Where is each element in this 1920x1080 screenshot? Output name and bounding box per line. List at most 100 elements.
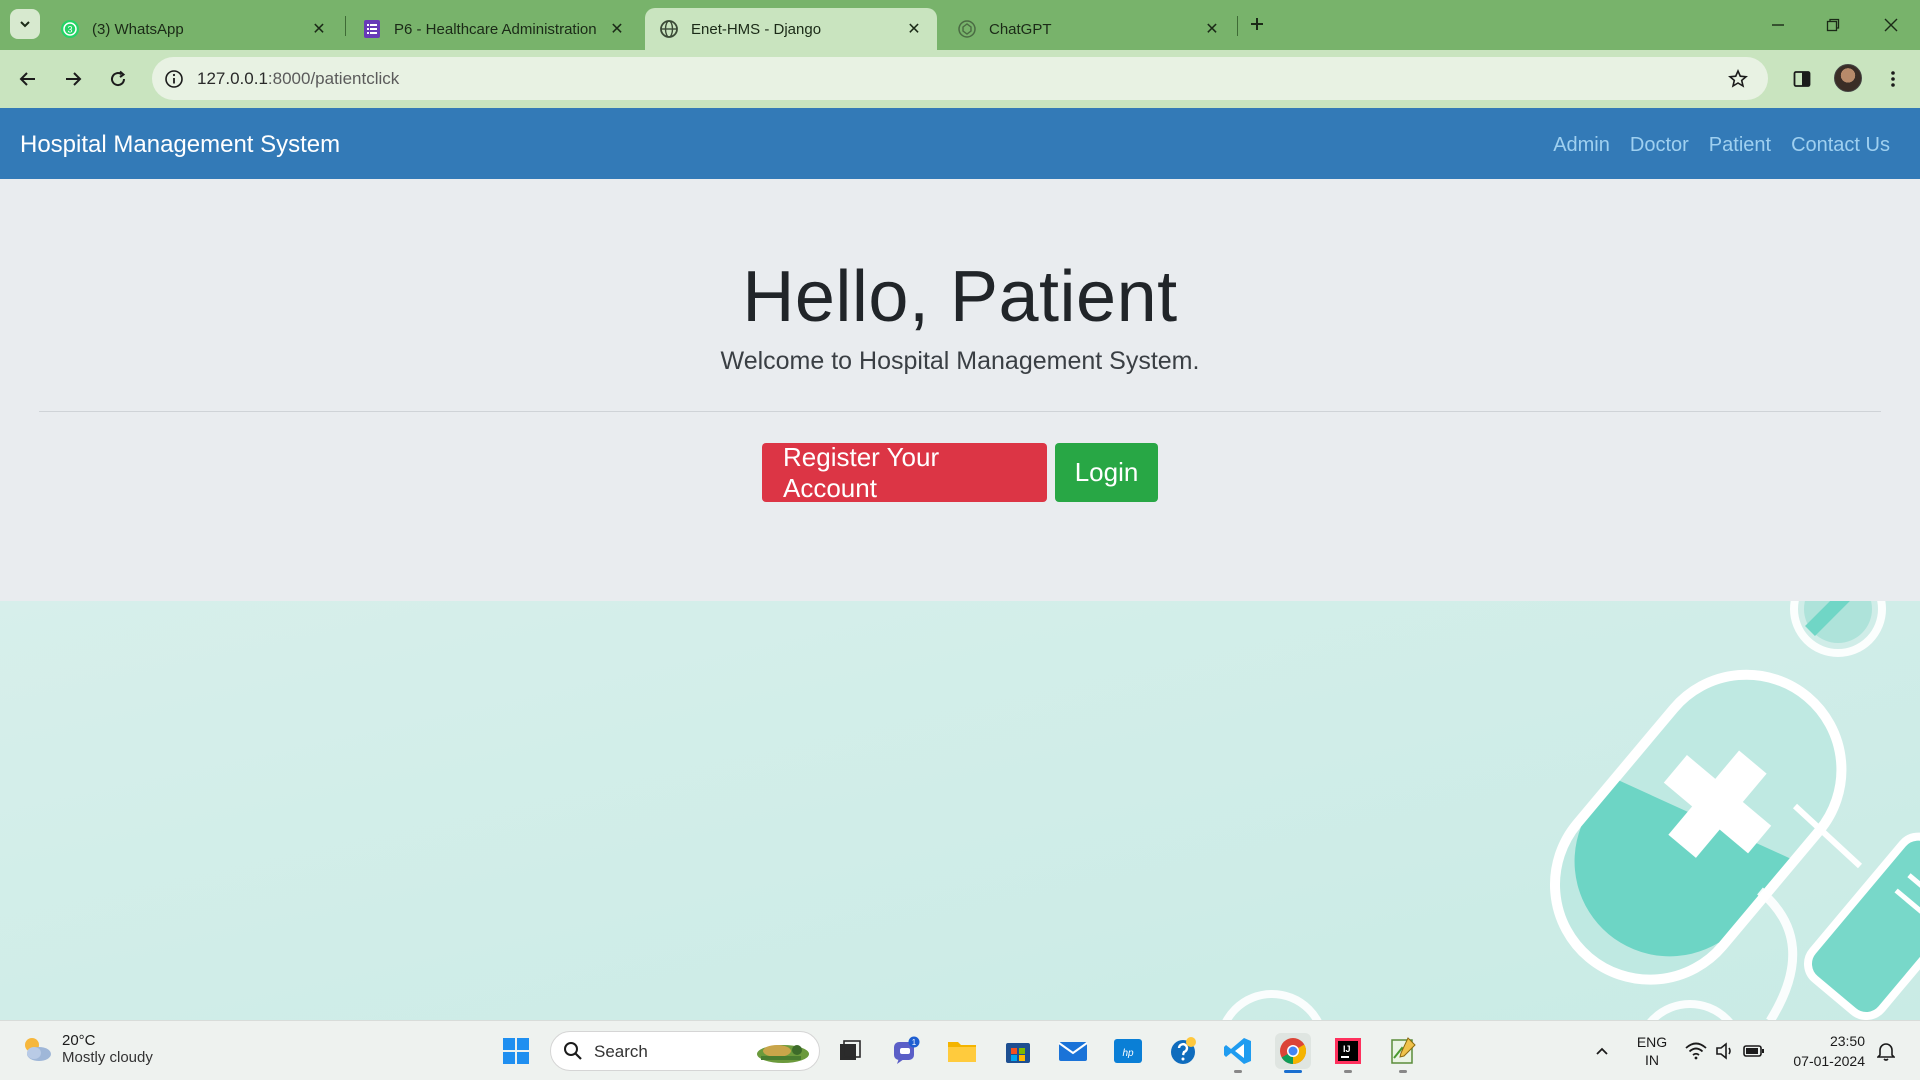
tab-title: (3) WhatsApp — [92, 20, 184, 38]
reload-icon — [111, 70, 126, 87]
browser-tab-strip: 3 (3) WhatsApp ✕ P6 - Healthcare Adminis… — [0, 0, 1920, 50]
teams-chat-button[interactable]: 1 — [888, 1033, 924, 1069]
task-view-icon — [840, 1040, 861, 1060]
notepad-button[interactable] — [1385, 1033, 1421, 1073]
windows-taskbar: 20°C Mostly cloudy Search 1 hp IJ ENG IN… — [0, 1020, 1920, 1080]
myhp-icon: hp — [1114, 1039, 1142, 1063]
tab-divider — [345, 16, 346, 36]
help-app-button[interactable] — [1165, 1033, 1201, 1069]
arrow-left-icon — [19, 72, 35, 86]
bookmark-star-icon[interactable] — [1726, 67, 1750, 91]
tab-title: Enet-HMS - Django — [691, 20, 822, 38]
tab-enet-hms[interactable]: Enet-HMS - Django ✕ — [645, 8, 937, 50]
nav-link-admin[interactable]: Admin — [1553, 134, 1610, 157]
close-icon[interactable]: ✕ — [1203, 20, 1221, 38]
weather-widget[interactable]: 20°C Mostly cloudy — [20, 1032, 153, 1066]
tab-healthcare-administration[interactable]: P6 - Healthcare Administration ✕ — [348, 8, 640, 50]
active-indicator — [1284, 1070, 1302, 1073]
weather-text: 20°C Mostly cloudy — [62, 1032, 153, 1066]
chatgpt-icon — [957, 19, 977, 39]
notepad-icon — [1391, 1037, 1416, 1064]
taskbar-clock[interactable]: 23:50 07-01-2024 — [1785, 1031, 1865, 1071]
running-indicator — [1234, 1070, 1242, 1073]
login-button[interactable]: Login — [1055, 443, 1158, 502]
region-code: IN — [1645, 1052, 1659, 1068]
tab-whatsapp[interactable]: 3 (3) WhatsApp ✕ — [46, 8, 342, 50]
clock-time: 23:50 — [1829, 1033, 1865, 1049]
file-explorer-button[interactable] — [944, 1033, 980, 1069]
close-icon[interactable]: ✕ — [608, 20, 626, 38]
start-button[interactable] — [498, 1033, 534, 1069]
wifi-icon — [1685, 1042, 1707, 1060]
profile-avatar[interactable] — [1834, 64, 1862, 92]
tab-divider — [1237, 16, 1238, 36]
intellij-icon: IJ — [1335, 1038, 1361, 1064]
taskbar-search[interactable]: Search — [550, 1031, 820, 1071]
hero-actions: Register Your Account Login — [762, 442, 1158, 503]
tab-search-button[interactable] — [10, 9, 40, 39]
register-button[interactable]: Register Your Account — [762, 442, 1047, 503]
site-navbar: Hospital Management System Admin Doctor … — [0, 108, 1920, 179]
url-host: 127.0.0.1 — [197, 69, 268, 88]
svg-text:1: 1 — [912, 1038, 917, 1047]
search-icon — [564, 1042, 582, 1060]
page-title: Hello, Patient — [742, 257, 1178, 337]
close-icon — [1884, 18, 1898, 32]
weather-temperature: 20°C — [62, 1032, 96, 1049]
system-tray-status[interactable] — [1680, 1033, 1770, 1069]
site-nav-links: Admin Doctor Patient Contact Us — [1553, 134, 1890, 157]
site-brand[interactable]: Hospital Management System — [20, 131, 340, 159]
page-subtitle: Welcome to Hospital Management System. — [720, 347, 1200, 375]
nav-link-contact-us[interactable]: Contact Us — [1791, 134, 1890, 157]
restore-button[interactable] — [1818, 10, 1848, 40]
input-language[interactable]: ENG IN — [1634, 1033, 1670, 1069]
mail-icon — [1058, 1042, 1088, 1061]
url-path: :8000/patientclick — [267, 69, 400, 88]
intellij-button[interactable]: IJ — [1330, 1033, 1366, 1073]
help-icon — [1171, 1037, 1196, 1064]
minimize-icon — [1772, 24, 1784, 26]
battery-icon — [1743, 1045, 1764, 1057]
address-bar[interactable]: 127.0.0.1:8000/patientclick — [152, 57, 1768, 100]
chevron-down-icon — [20, 21, 30, 28]
back-button[interactable] — [13, 64, 43, 94]
close-window-button[interactable] — [1876, 10, 1906, 40]
tab-title: ChatGPT — [989, 20, 1052, 38]
weather-description: Mostly cloudy — [62, 1049, 153, 1066]
search-label: Search — [594, 1042, 648, 1061]
running-indicator — [1399, 1070, 1407, 1073]
chat-icon: 1 — [894, 1036, 920, 1064]
vscode-button[interactable] — [1220, 1033, 1256, 1073]
minimize-button[interactable] — [1763, 10, 1793, 40]
arrow-right-icon — [66, 72, 82, 86]
new-tab-button[interactable] — [1244, 11, 1270, 37]
browser-menu-button[interactable] — [1878, 64, 1908, 94]
url-text: 127.0.0.1:8000/patientclick — [197, 69, 399, 89]
search-highlight-illustration — [757, 1045, 809, 1063]
store-icon — [1006, 1043, 1030, 1063]
chrome-button[interactable] — [1275, 1033, 1311, 1073]
task-view-button[interactable] — [832, 1033, 868, 1069]
microsoft-store-button[interactable] — [1000, 1033, 1036, 1069]
nav-link-patient[interactable]: Patient — [1709, 134, 1771, 157]
site-info-icon[interactable] — [162, 67, 186, 91]
volume-icon — [1716, 1042, 1731, 1060]
close-icon[interactable]: ✕ — [905, 20, 923, 38]
windows-logo-icon — [503, 1038, 529, 1064]
myhp-button[interactable]: hp — [1110, 1033, 1146, 1069]
divider — [39, 411, 1881, 412]
web-page: Hospital Management System Admin Doctor … — [0, 108, 1920, 1020]
show-hidden-icons-button[interactable] — [1584, 1033, 1620, 1069]
notifications-button[interactable] — [1868, 1033, 1904, 1069]
chevron-up-icon — [1596, 1047, 1608, 1055]
whatsapp-icon: 3 — [60, 19, 80, 39]
mail-button[interactable] — [1055, 1033, 1091, 1069]
tab-chatgpt[interactable]: ChatGPT ✕ — [943, 8, 1235, 50]
nav-link-doctor[interactable]: Doctor — [1630, 134, 1689, 157]
reload-button[interactable] — [103, 64, 133, 94]
plus-icon — [1251, 18, 1263, 30]
running-indicator — [1344, 1070, 1352, 1073]
side-panel-button[interactable] — [1787, 64, 1817, 94]
close-icon[interactable]: ✕ — [310, 20, 328, 38]
forward-button[interactable] — [58, 64, 88, 94]
